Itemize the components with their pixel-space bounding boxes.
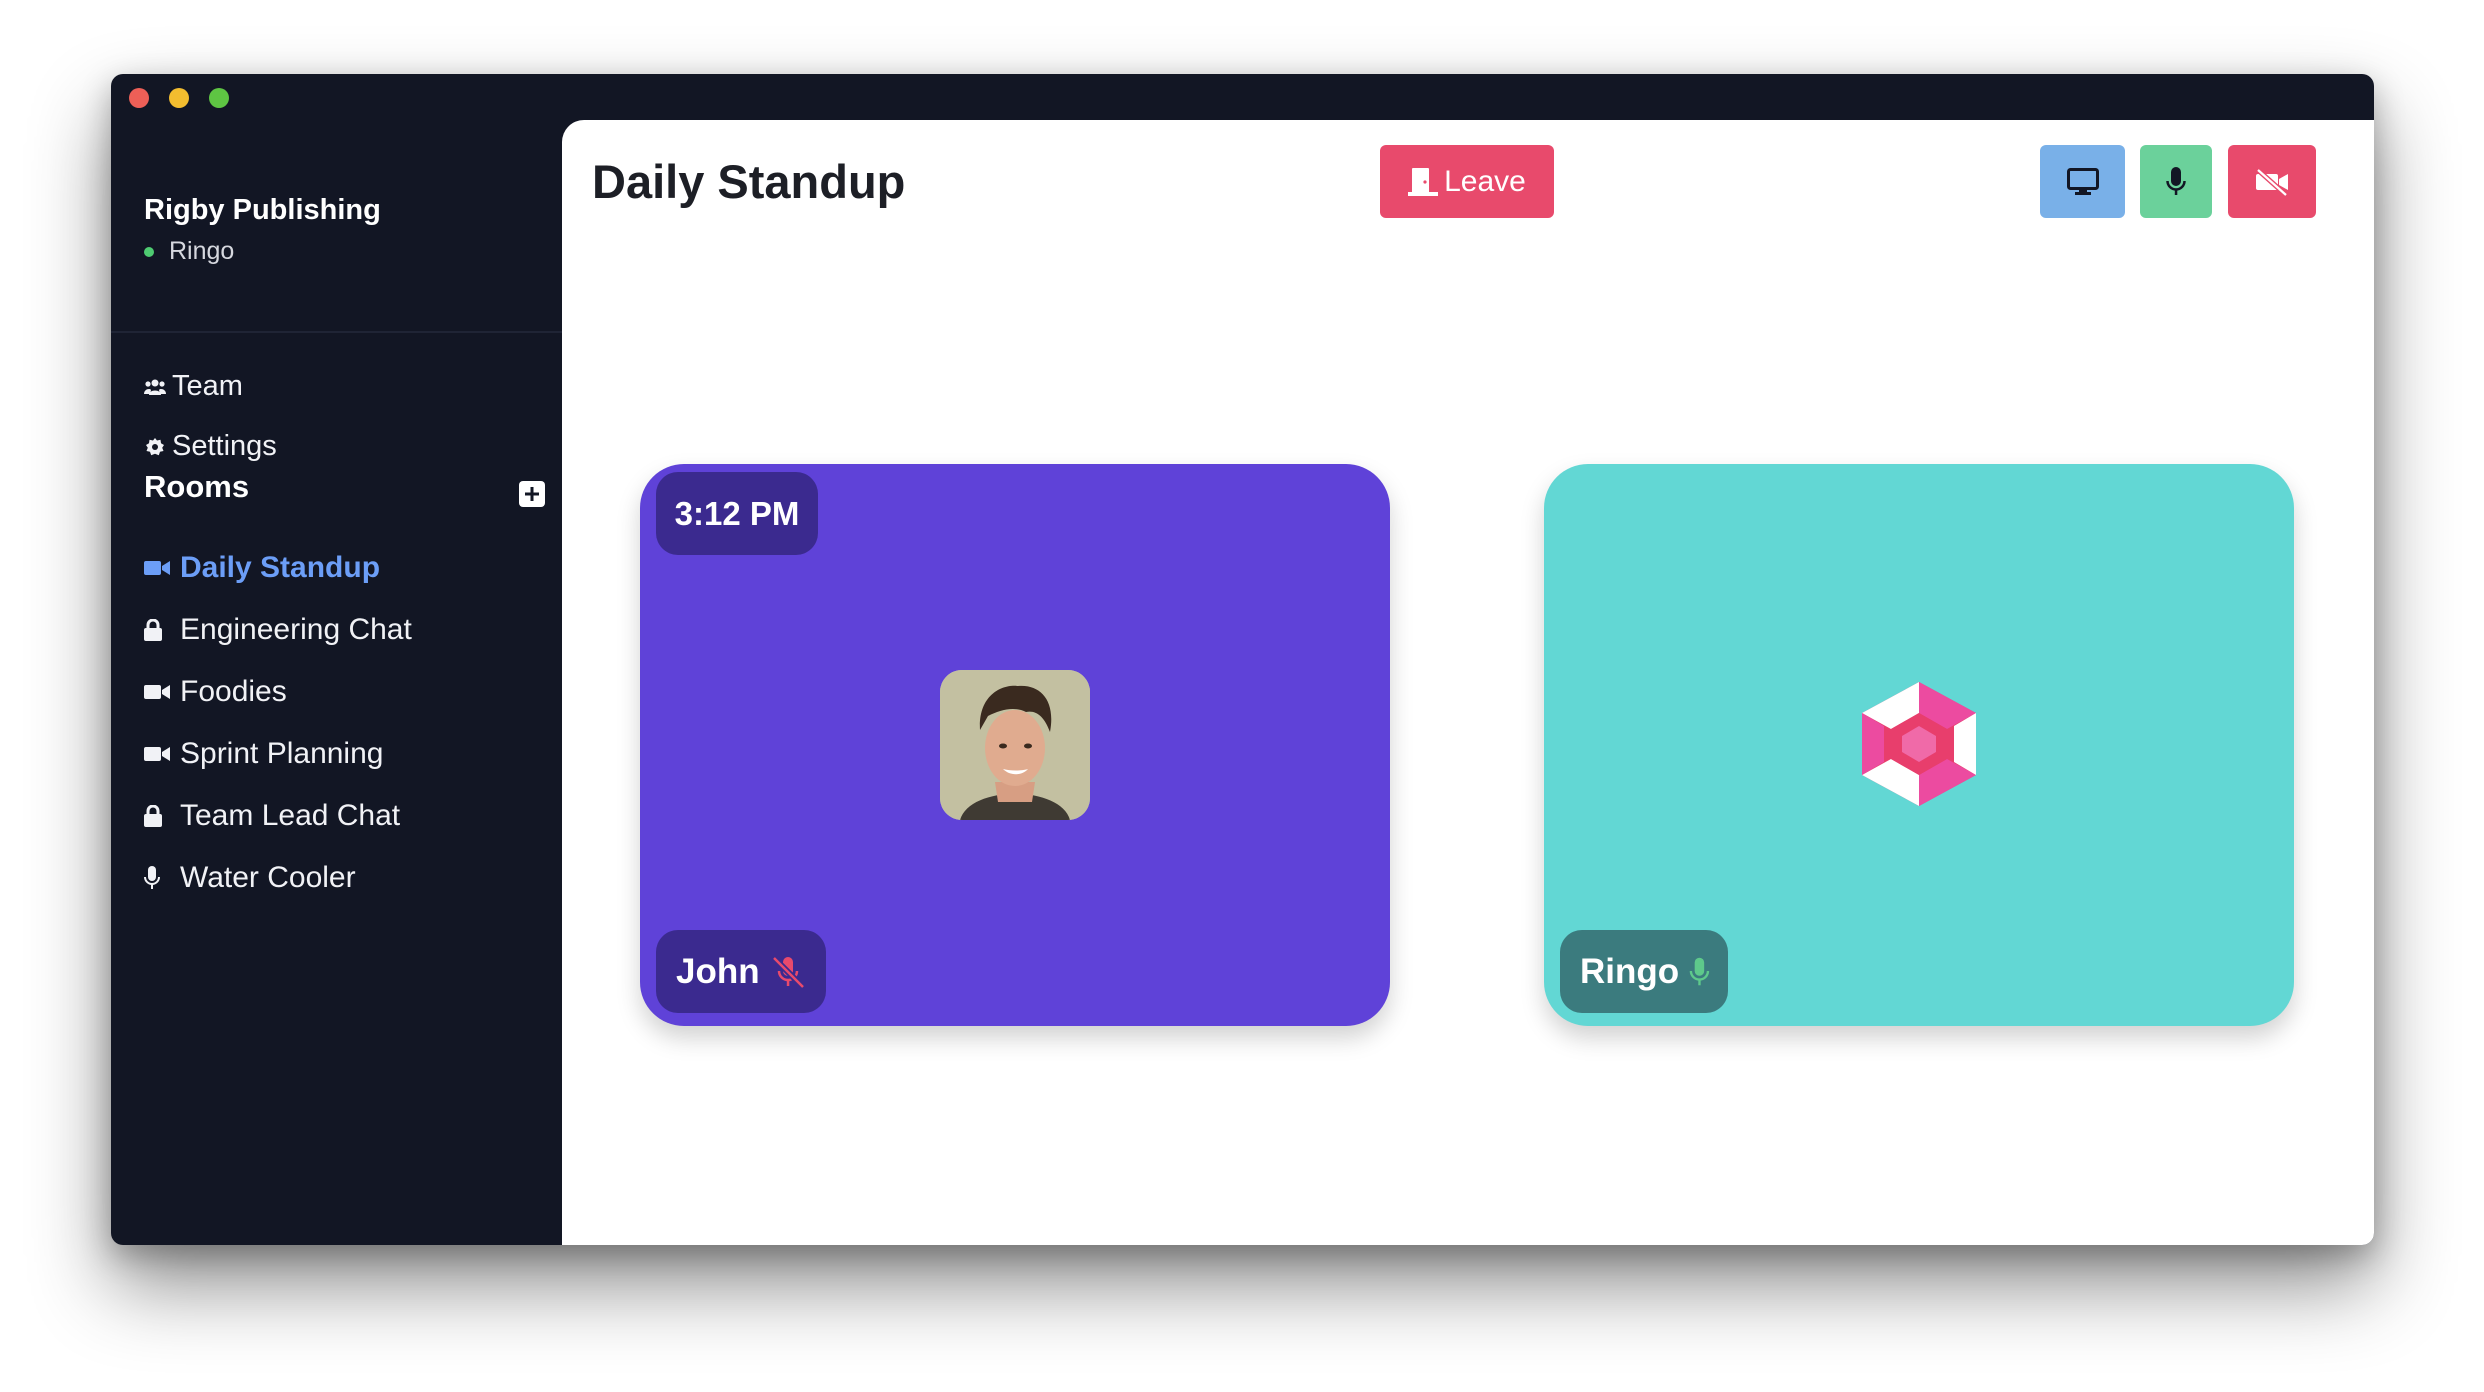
room-item-daily-standup[interactable]: Daily Standup — [144, 551, 380, 585]
room-item-water-cooler[interactable]: Water Cooler — [144, 861, 356, 895]
room-item-foodies[interactable]: Foodies — [144, 675, 287, 709]
time-badge: 3:12 PM — [656, 472, 818, 555]
room-item-team-lead-chat[interactable]: Team Lead Chat — [144, 799, 400, 833]
participant-name-badge: John — [656, 930, 826, 1013]
close-window-button[interactable] — [129, 88, 149, 108]
online-status-icon — [144, 246, 154, 257]
screen-share-button[interactable] — [2040, 145, 2125, 218]
door-exit-icon — [1408, 167, 1439, 196]
room-label: Engineering Chat — [180, 613, 412, 646]
participant-name-badge: Ringo — [1560, 930, 1728, 1013]
participant-tile-john: 3:12 PM John — [640, 464, 1390, 1026]
participant-avatar — [940, 670, 1090, 820]
camera-toggle-button[interactable] — [2228, 145, 2316, 218]
leave-button-label: Leave — [1444, 164, 1526, 198]
microphone-icon — [144, 866, 170, 889]
lock-icon — [144, 805, 170, 827]
participant-name: Ringo — [1580, 951, 1680, 991]
current-user-name: Ringo — [169, 237, 235, 265]
add-room-button[interactable] — [519, 481, 545, 507]
workspace-name: Rigby Publishing — [144, 194, 381, 226]
rooms-heading: Rooms — [144, 469, 250, 504]
gear-icon — [144, 436, 166, 458]
room-label: Sprint Planning — [180, 737, 384, 770]
video-icon — [144, 743, 170, 765]
room-label: Water Cooler — [180, 861, 356, 894]
microphone-icon — [2166, 166, 2186, 195]
maximize-window-button[interactable] — [209, 88, 229, 108]
microphone-button[interactable] — [2140, 145, 2212, 218]
sidebar-item-settings[interactable]: Settings — [144, 430, 277, 463]
sidebar-item-team-label: Team — [172, 370, 243, 402]
call-view: Daily Standup Leave 3:12 PM John Ringo — [562, 120, 2374, 1245]
users-icon — [144, 376, 166, 398]
page-title: Daily Standup — [592, 155, 906, 208]
sidebar: Rigby Publishing Ringo Team Settings Roo… — [111, 120, 562, 1245]
plus-icon — [525, 487, 539, 501]
video-off-icon — [2256, 167, 2288, 196]
video-icon — [144, 681, 170, 703]
room-label: Foodies — [180, 675, 287, 708]
minimize-window-button[interactable] — [169, 88, 189, 108]
sidebar-item-settings-label: Settings — [172, 430, 277, 462]
video-icon — [144, 557, 170, 579]
sidebar-item-team[interactable]: Team — [144, 370, 243, 403]
lock-icon — [144, 619, 170, 641]
participant-name: John — [676, 951, 760, 991]
microphone-icon — [1689, 957, 1710, 985]
app-window: Rigby Publishing Ringo Team Settings Roo… — [111, 74, 2374, 1245]
monitor-icon — [2066, 167, 2099, 195]
microphone-muted-icon — [771, 955, 805, 989]
participant-tile-ringo: Ringo — [1544, 464, 2294, 1026]
sidebar-divider — [111, 331, 562, 333]
room-label: Daily Standup — [180, 551, 381, 584]
current-user: Ringo — [144, 237, 234, 266]
room-label: Team Lead Chat — [180, 799, 401, 832]
identicon-avatar — [1862, 682, 1976, 811]
leave-button[interactable]: Leave — [1380, 145, 1554, 218]
title-bar — [111, 74, 2374, 120]
room-item-engineering-chat[interactable]: Engineering Chat — [144, 613, 412, 647]
room-item-sprint-planning[interactable]: Sprint Planning — [144, 737, 383, 771]
